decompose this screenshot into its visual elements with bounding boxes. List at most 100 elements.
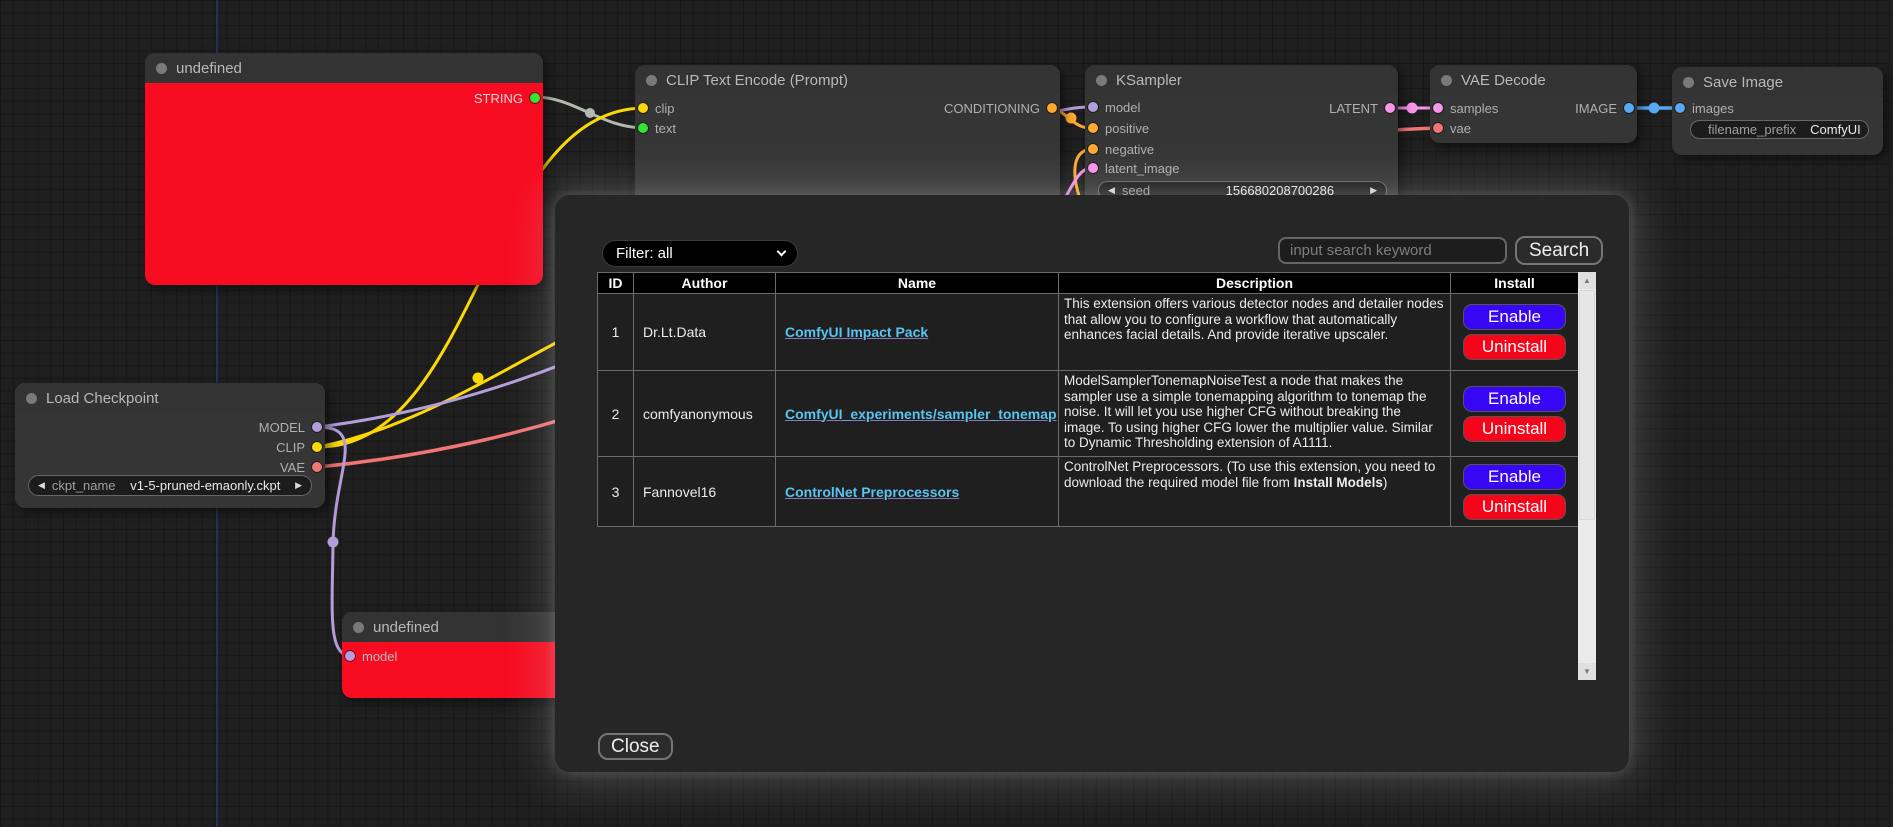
ext-author: Fannovel16 [634,457,776,527]
node-title-bar[interactable]: CLIP Text Encode (Prompt) [635,65,1060,95]
model-port-dot[interactable] [312,422,322,432]
ext-actions: Enable Uninstall [1451,371,1579,457]
conditioning-port-dot[interactable] [1047,103,1057,113]
uninstall-button[interactable]: Uninstall [1463,416,1566,442]
ext-link[interactable]: ControlNet Preprocessors [785,484,959,500]
table-row: 2 comfyanonymous ComfyUI_experiments/sam… [598,371,1579,457]
enable-button[interactable]: Enable [1463,304,1566,330]
link-string-dot [585,108,595,118]
table-row: 3 Fannovel16 ControlNet Preprocessors Co… [598,457,1579,527]
input-slot-positive[interactable]: positive [1088,119,1149,137]
ext-link[interactable]: ComfyUI Impact Pack [785,324,928,340]
enable-button[interactable]: Enable [1463,464,1566,490]
input-slot-latent-image[interactable]: latent_image [1088,159,1179,177]
collapse-dot[interactable] [1441,75,1452,86]
output-slot-conditioning[interactable]: CONDITIONING [944,99,1057,117]
node-title-bar[interactable]: VAE Decode [1430,65,1637,95]
image-port-dot[interactable] [1675,103,1685,113]
node-title-bar[interactable]: Save Image [1672,67,1883,97]
collapse-dot[interactable] [353,622,364,633]
node-title-bar[interactable]: undefined [145,53,543,83]
enable-button[interactable]: Enable [1463,386,1566,412]
scroll-down-icon[interactable]: ▼ [1578,663,1596,680]
node-load-checkpoint[interactable]: Load Checkpoint MODEL CLIP VAE ◀ ckpt_na… [15,383,325,508]
clip-port-dot[interactable] [312,442,322,452]
uninstall-button[interactable]: Uninstall [1463,334,1566,360]
scrollbar-thumb[interactable] [1579,290,1595,520]
string-port-dot[interactable] [530,93,540,103]
uninstall-button[interactable]: Uninstall [1463,494,1566,520]
input-slot-vae[interactable]: vae [1433,119,1471,137]
node-title-bar[interactable]: Load Checkpoint [15,383,325,413]
output-slot-clip[interactable]: CLIP [276,438,322,456]
search-input[interactable] [1278,237,1507,264]
output-slot-vae[interactable]: VAE [280,458,322,476]
close-button[interactable]: Close [598,733,673,760]
search-button[interactable]: Search [1515,236,1603,265]
node-save-image[interactable]: Save Image images filename_prefix ComfyU… [1672,67,1883,155]
link-image-dot [1649,103,1660,114]
vae-port-dot[interactable] [1433,123,1443,133]
ext-description: ModelSamplerTonemapNoiseTest a node that… [1059,371,1451,457]
output-slot-model[interactable]: MODEL [259,418,322,436]
extension-manager-dialog: Filter: all Search ID Author Name Descri… [555,195,1629,772]
input-slot-negative[interactable]: negative [1088,140,1154,158]
input-slot-clip[interactable]: clip [638,99,675,117]
scroll-up-icon[interactable]: ▲ [1578,272,1596,289]
text-port-dot[interactable] [638,123,648,133]
scrollbar[interactable]: ▲ ▼ [1578,272,1596,680]
input-slot-images[interactable]: images [1675,99,1734,117]
next-arrow-icon[interactable]: ▶ [295,481,302,490]
conditioning-port-dot[interactable] [1088,123,1098,133]
ext-description: This extension offers various detector n… [1059,294,1451,371]
input-slot-model[interactable]: model [345,647,397,665]
filename-prefix-widget[interactable]: filename_prefix ComfyUI [1690,120,1869,139]
node-undefined-bottom[interactable]: undefined model [342,612,572,698]
filter-select[interactable]: Filter: all [602,240,798,267]
collapse-dot[interactable] [26,393,37,404]
node-title: Load Checkpoint [46,390,159,407]
clip-port-dot[interactable] [638,103,648,113]
extension-table-container: ID Author Name Description Install 1 Dr.… [597,272,1596,680]
extension-table: ID Author Name Description Install 1 Dr.… [597,272,1579,527]
ext-id: 1 [598,294,634,371]
ckpt-name-value: v1-5-pruned-emaonly.ckpt [123,478,289,493]
node-title: undefined [176,60,242,77]
node-title-bar[interactable]: undefined [342,612,572,642]
node-vae-decode[interactable]: VAE Decode samples vae IMAGE [1430,65,1637,143]
decrement-arrow-icon[interactable]: ◀ [1108,186,1115,195]
model-port-dot[interactable] [345,651,355,661]
prev-arrow-icon[interactable]: ◀ [38,481,45,490]
latent-port-dot[interactable] [1385,103,1395,113]
link-string-wire [535,97,645,128]
collapse-dot[interactable] [1096,75,1107,86]
filename-prefix-value: ComfyUI [1810,122,1861,137]
model-port-dot[interactable] [1088,102,1098,112]
input-slot-model[interactable]: model [1088,98,1140,116]
ext-link[interactable]: ComfyUI_experiments/sampler_tonemap [785,406,1057,422]
vae-port-dot[interactable] [312,462,322,472]
ckpt-name-widget[interactable]: ◀ ckpt_name v1-5-pruned-emaonly.ckpt ▶ [28,475,312,496]
ext-actions: Enable Uninstall [1451,294,1579,371]
conditioning-port-dot[interactable] [1088,144,1098,154]
collapse-dot[interactable] [646,75,657,86]
link-positive-dot [1066,113,1077,124]
node-title-bar[interactable]: KSampler [1085,65,1398,95]
latent-port-dot[interactable] [1433,103,1443,113]
node-undefined-top[interactable]: undefined STRING [145,53,543,285]
latent-port-dot[interactable] [1088,163,1098,173]
input-slot-samples[interactable]: samples [1433,99,1498,117]
filter-select-wrap: Filter: all [602,240,798,267]
ext-author: comfyanonymous [634,371,776,457]
output-slot-image[interactable]: IMAGE [1575,99,1634,117]
collapse-dot[interactable] [1683,77,1694,88]
output-slot-latent[interactable]: LATENT [1329,99,1395,117]
collapse-dot[interactable] [156,63,167,74]
input-slot-text[interactable]: text [638,119,676,137]
image-port-dot[interactable] [1624,103,1634,113]
table-row: 1 Dr.Lt.Data ComfyUI Impact Pack This ex… [598,294,1579,371]
table-header-row: ID Author Name Description Install [598,273,1579,294]
increment-arrow-icon[interactable]: ▶ [1370,186,1377,195]
output-slot-string[interactable]: STRING [474,89,540,107]
link-latent-dot [1407,103,1418,114]
